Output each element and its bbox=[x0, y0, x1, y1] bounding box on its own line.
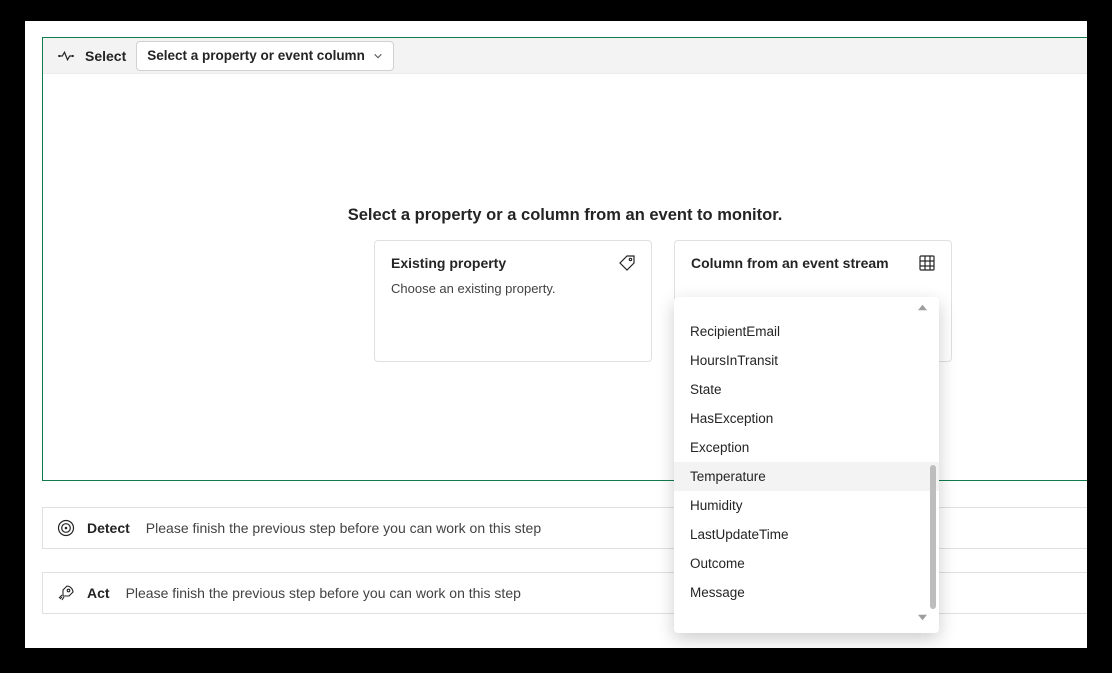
existing-property-title: Existing property bbox=[391, 255, 506, 271]
select-header: Select Select a property or event column bbox=[43, 38, 1087, 74]
column-list-popover: RecipientEmailHoursInTransitStateHasExce… bbox=[674, 297, 939, 633]
act-message: Please finish the previous step before y… bbox=[126, 585, 521, 601]
select-step-title: Select bbox=[85, 48, 126, 64]
chevron-down-icon bbox=[373, 51, 383, 61]
column-option[interactable]: LastUpdateTime bbox=[674, 520, 939, 549]
column-option[interactable]: Outcome bbox=[674, 549, 939, 578]
table-icon bbox=[919, 255, 935, 271]
column-option[interactable]: HoursInTransit bbox=[674, 346, 939, 375]
tag-icon bbox=[619, 255, 635, 271]
column-option[interactable]: HasException bbox=[674, 404, 939, 433]
scroll-down-arrow[interactable] bbox=[674, 607, 939, 627]
existing-property-card[interactable]: Existing property Choose an existing pro… bbox=[374, 240, 652, 362]
scroll-up-arrow[interactable] bbox=[674, 297, 939, 317]
existing-property-subtitle: Choose an existing property. bbox=[391, 281, 635, 296]
pulse-icon bbox=[57, 49, 75, 63]
act-title: Act bbox=[87, 585, 110, 601]
detect-message: Please finish the previous step before y… bbox=[146, 520, 541, 536]
rocket-icon bbox=[57, 584, 75, 602]
select-target-dropdown-label: Select a property or event column bbox=[147, 48, 365, 63]
scrollbar-thumb[interactable] bbox=[930, 465, 936, 609]
column-option[interactable]: Message bbox=[674, 578, 939, 607]
column-option[interactable]: Exception bbox=[674, 433, 939, 462]
select-headline: Select a property or a column from an ev… bbox=[43, 206, 1087, 225]
column-option[interactable]: Humidity bbox=[674, 491, 939, 520]
detect-title: Detect bbox=[87, 520, 130, 536]
column-option[interactable]: Temperature bbox=[674, 462, 939, 491]
column-option[interactable]: State bbox=[674, 375, 939, 404]
select-target-dropdown[interactable]: Select a property or event column bbox=[136, 41, 394, 71]
target-icon bbox=[57, 519, 75, 537]
column-option[interactable]: RecipientEmail bbox=[674, 317, 939, 346]
event-stream-title: Column from an event stream bbox=[691, 255, 889, 271]
